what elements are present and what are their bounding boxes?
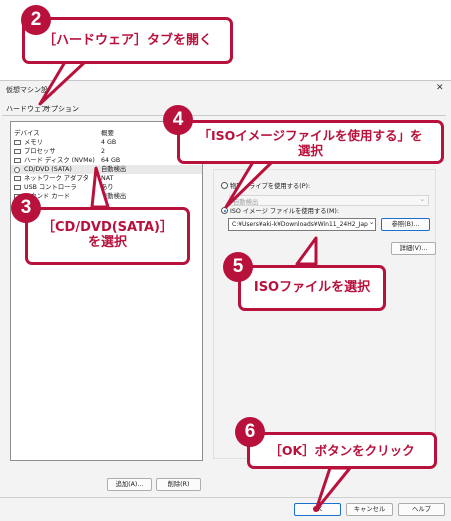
callout-line-2: 選択 xyxy=(297,143,323,158)
callout-step-2: ［ハードウェア］タブを開く xyxy=(22,17,233,64)
callout-line-1: ［CD/DVD(SATA)］ xyxy=(42,220,173,235)
step-number-3: 3 xyxy=(11,193,41,223)
step-number-4: 4 xyxy=(163,105,193,135)
step-number-2: 2 xyxy=(21,5,51,35)
callout-step-3: ［CD/DVD(SATA)］ を選択 xyxy=(25,207,190,265)
callout-text: ［ハードウェア］タブを開く xyxy=(42,33,212,48)
step-number-5: 5 xyxy=(223,252,253,282)
callout-step-5: ISOファイルを選択 xyxy=(238,265,386,311)
callout-text: ISOファイルを選択 xyxy=(253,280,371,295)
callout-line-2: を選択 xyxy=(87,235,127,250)
callout-text: ［OK］ボタンをクリック xyxy=(269,443,415,458)
callout-step-6: ［OK］ボタンをクリック xyxy=(247,432,437,469)
callout-step-4: 「ISOイメージファイルを使用する」を 選択 xyxy=(177,120,444,164)
callout-line-1: 「ISOイメージファイルを使用する」を xyxy=(198,128,423,143)
step-number-6: 6 xyxy=(235,417,265,447)
